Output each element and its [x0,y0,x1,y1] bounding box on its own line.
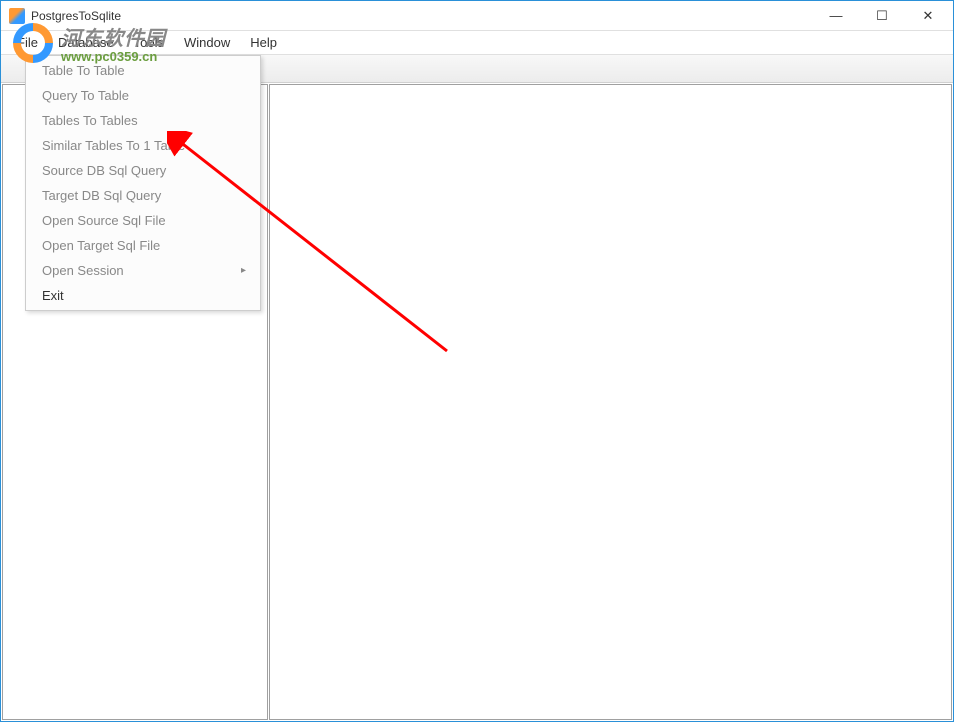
titlebar: PostgresToSqlite — ☐ ✕ [1,1,953,31]
maximize-button[interactable]: ☐ [859,1,905,31]
window-title: PostgresToSqlite [31,9,813,23]
menu-item-exit[interactable]: Exit [28,283,258,308]
menu-help[interactable]: Help [240,33,287,52]
file-dropdown-menu: Table To Table Query To Table Tables To … [25,55,261,311]
menu-item-label: Exit [42,288,64,303]
app-icon [9,8,25,24]
menu-item-label: Open Session [42,263,124,278]
close-button[interactable]: ✕ [905,1,951,31]
menu-item-label: Source DB Sql Query [42,163,166,178]
menu-item-target-db-sql[interactable]: Target DB Sql Query [28,183,258,208]
right-panel [269,84,952,720]
menu-item-label: Open Source Sql File [42,213,166,228]
menu-window[interactable]: Window [174,33,240,52]
menu-item-label: Tables To Tables [42,113,138,128]
window-controls: — ☐ ✕ [813,1,951,31]
menu-item-label: Similar Tables To 1 Table [42,138,185,153]
menu-item-label: Table To Table [42,63,125,78]
menu-item-label: Open Target Sql File [42,238,160,253]
menu-item-tables-to-tables[interactable]: Tables To Tables [28,108,258,133]
menu-tools[interactable]: Tools [124,33,174,52]
menu-item-open-session[interactable]: Open Session ▸ [28,258,258,283]
minimize-button[interactable]: — [813,1,859,31]
menu-item-label: Query To Table [42,88,129,103]
menu-item-source-db-sql[interactable]: Source DB Sql Query [28,158,258,183]
chevron-right-icon: ▸ [241,265,246,276]
menu-item-query-to-table[interactable]: Query To Table [28,83,258,108]
menu-file[interactable]: File [7,33,48,52]
menu-item-similar-tables[interactable]: Similar Tables To 1 Table [28,133,258,158]
menu-item-open-target-sql-file[interactable]: Open Target Sql File [28,233,258,258]
menu-item-table-to-table[interactable]: Table To Table [28,58,258,83]
menu-item-label: Target DB Sql Query [42,188,161,203]
menu-item-open-source-sql-file[interactable]: Open Source Sql File [28,208,258,233]
menubar: File Database Tools Window Help [1,31,953,55]
menu-database[interactable]: Database [48,33,124,52]
